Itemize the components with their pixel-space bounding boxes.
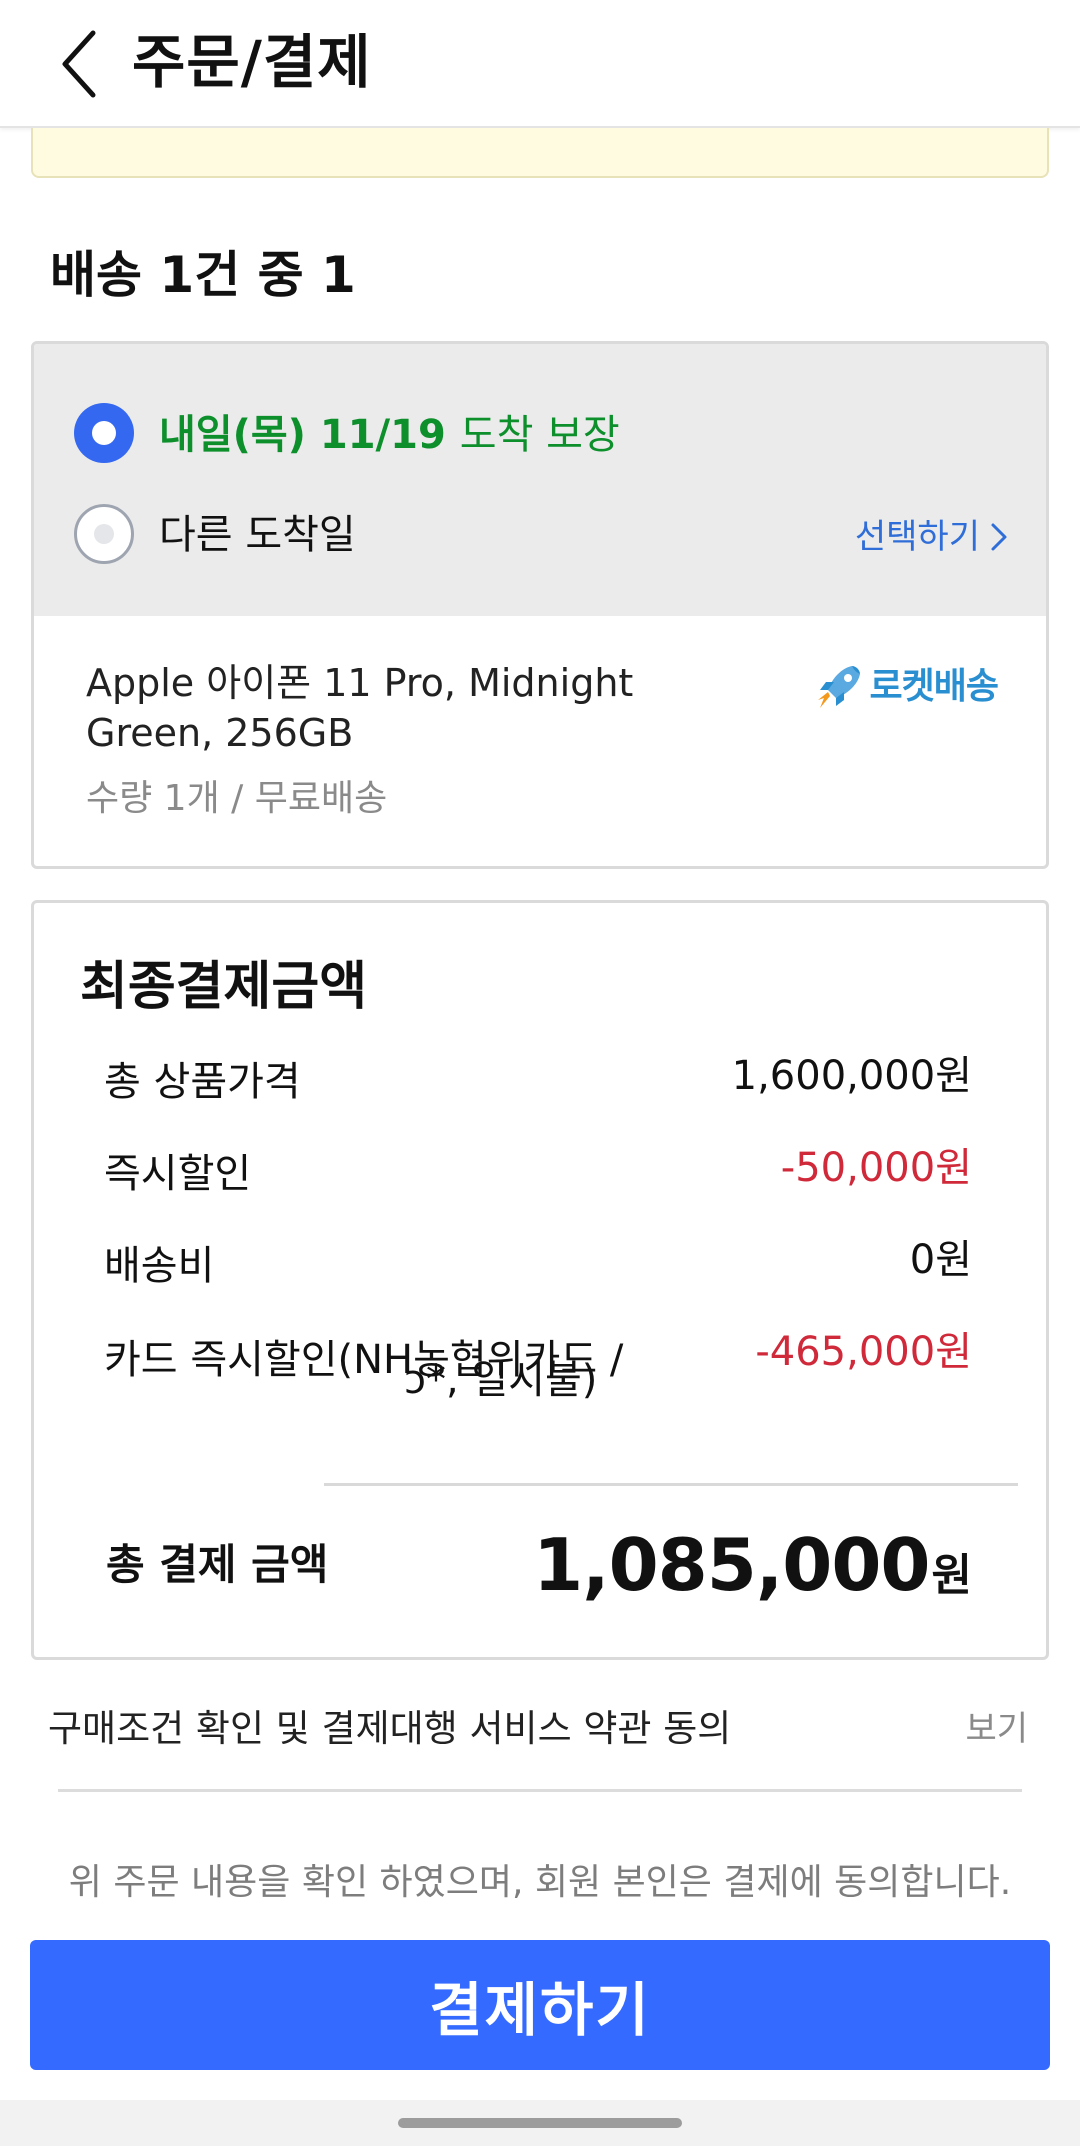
shipping-fee-label: 배송비 <box>104 1243 215 1289</box>
arrival-guaranteed-radio[interactable] <box>74 403 134 463</box>
back-button[interactable] <box>44 18 114 110</box>
select-date-link[interactable]: 선택하기 <box>855 511 1008 563</box>
instant-discount-label: 즉시할인 <box>104 1151 252 1197</box>
total-product-price-label: 총 상품가격 <box>104 1059 301 1105</box>
rocket-icon <box>817 666 860 708</box>
payment-summary-card: 최종결제금액 총 상품가격 1,600,000원 즉시할인 -50,000원 배… <box>31 900 1049 1660</box>
product-quantity-shipping: 수량 1개 / 무료배송 <box>86 778 388 819</box>
other-arrival-radio[interactable] <box>74 504 134 564</box>
delivery-card: 내일(목) 11/19 도착 보장 다른 도착일 선택하기 Apple 아이폰 … <box>31 341 1049 869</box>
delivery-options: 내일(목) 11/19 도착 보장 다른 도착일 선택하기 <box>34 344 1046 616</box>
card-discount-detail: ɔ*, 일시불) <box>404 1357 598 1403</box>
top-app-bar: 주문/결제 <box>0 0 1080 128</box>
terms-agreement-text: 구매조건 확인 및 결제대행 서비스 약관 동의 <box>48 1707 732 1750</box>
page-title: 주문/결제 <box>132 28 372 96</box>
payment-summary-title: 최종결제금액 <box>80 957 368 1017</box>
select-date-label: 선택하기 <box>854 517 980 557</box>
terms-agreement-row[interactable]: 구매조건 확인 및 결제대행 서비스 약관 동의 보기 <box>48 1700 1028 1760</box>
total-payment-label: 총 결제 금액 <box>106 1540 329 1589</box>
shipping-fee-value: 0원 <box>909 1237 972 1283</box>
summary-divider <box>324 1483 1018 1486</box>
total-product-price-value: 1,600,000원 <box>731 1053 972 1099</box>
instant-discount-value: -50,000원 <box>780 1145 972 1191</box>
arrival-date: 내일(목) 11/19 <box>159 412 446 458</box>
terms-divider <box>58 1789 1022 1792</box>
system-nav-bar <box>0 2100 1080 2146</box>
payment-consent-text: 위 주문 내용을 확인 하였으며, 회원 본인은 결제에 동의합니다. <box>68 1862 1012 1903</box>
shipment-section-title: 배송 1건 중 1 <box>50 246 356 304</box>
card-discount-value: -465,000원 <box>755 1329 972 1375</box>
pay-button[interactable]: 결제하기 <box>30 1940 1050 2070</box>
total-payment-amount: 1,085,000 원 <box>533 1523 972 1607</box>
rocket-delivery-badge: 로켓배송 <box>812 660 999 714</box>
arrival-guaranteed-label[interactable]: 내일(목) 11/19 도착 보장 <box>159 407 620 463</box>
chevron-right-icon <box>991 523 1007 551</box>
other-arrival-label[interactable]: 다른 도착일 <box>159 507 356 563</box>
total-payment-unit: 원 <box>931 1550 972 1601</box>
chevron-left-icon <box>62 30 96 98</box>
rocket-delivery-text: 로켓배송 <box>869 666 999 707</box>
arrival-guarantee-text: 도착 보장 <box>459 412 620 458</box>
product-name: Apple 아이폰 11 Pro, Midnight Green, 256GB <box>86 661 634 755</box>
notice-banner <box>31 128 1049 178</box>
home-indicator[interactable] <box>398 2118 682 2128</box>
terms-view-link[interactable]: 보기 <box>965 1700 1028 1758</box>
total-payment-number: 1,085,000 <box>533 1523 930 1607</box>
